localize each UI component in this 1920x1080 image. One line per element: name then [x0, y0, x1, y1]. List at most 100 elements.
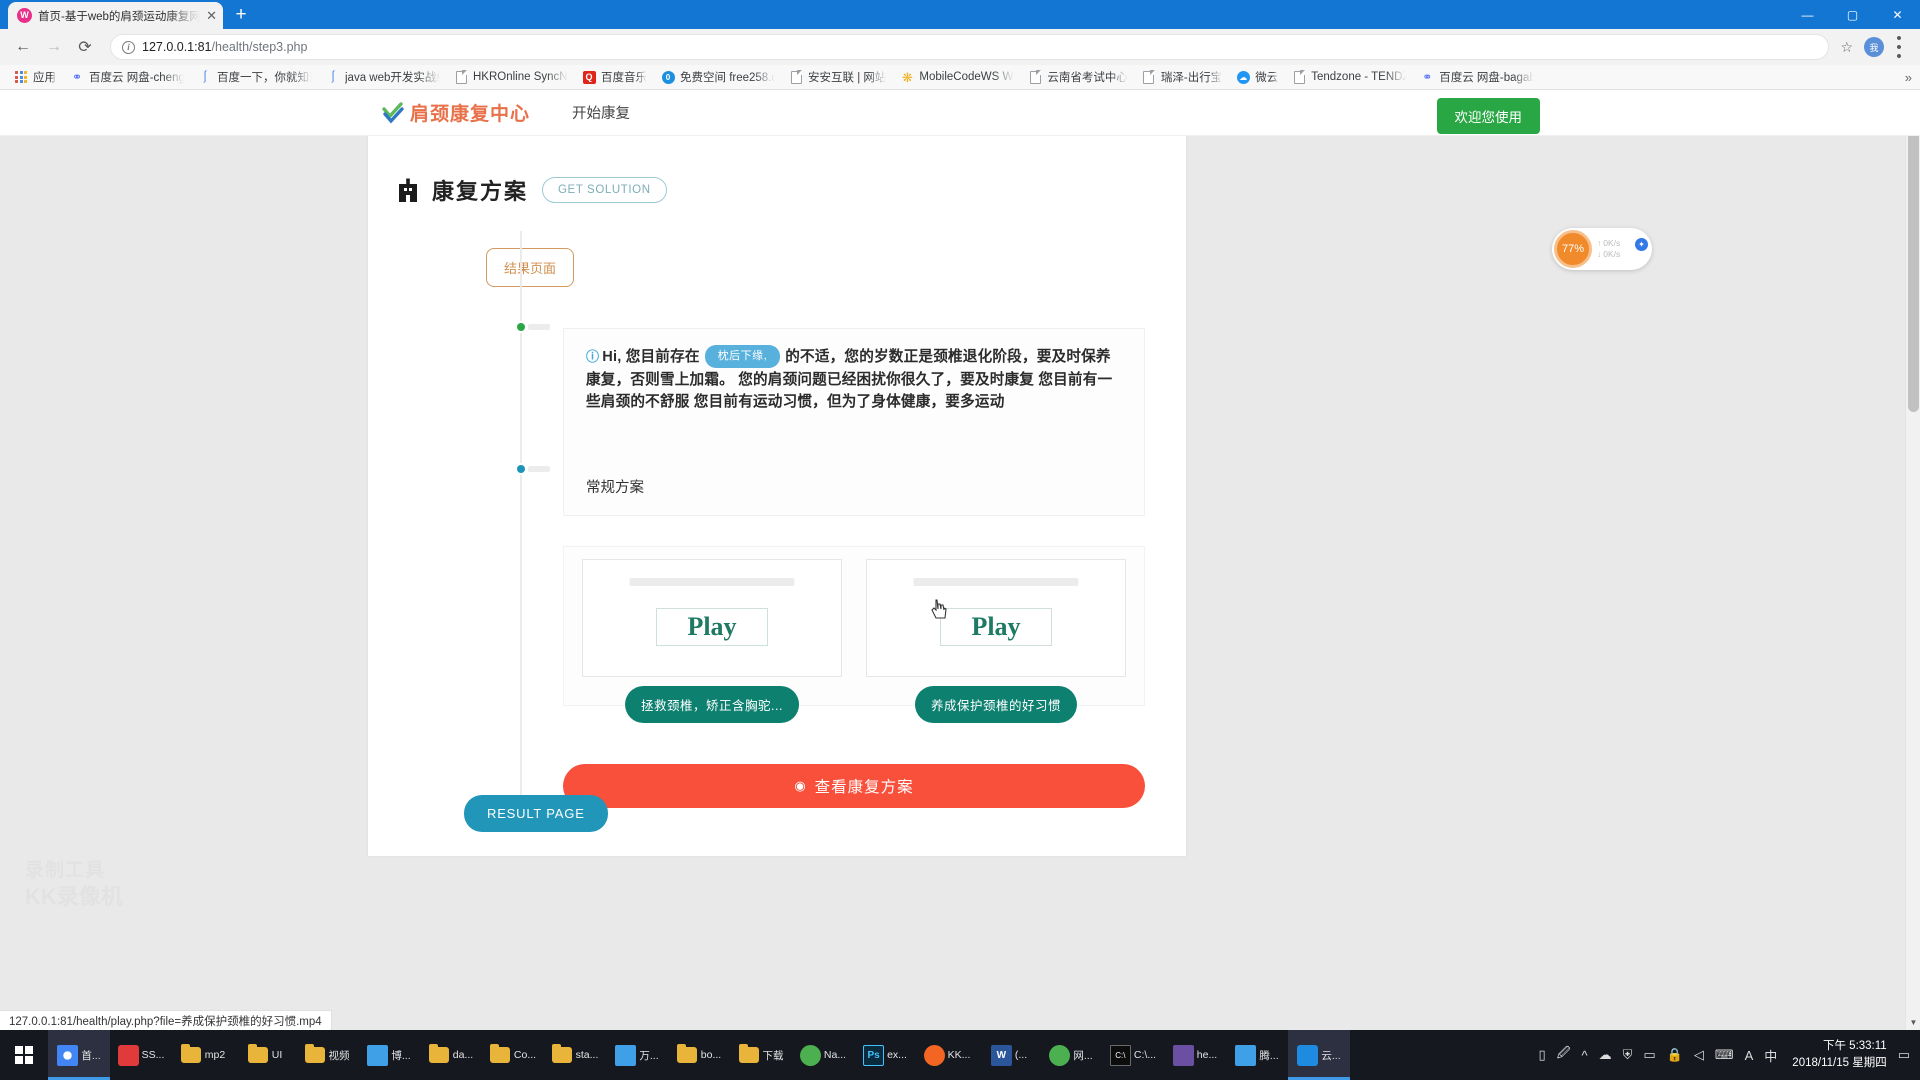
window-minimize-button[interactable]: —: [1785, 0, 1830, 29]
browser-tab[interactable]: W 首页-基于web的肩颈运动康复网 ✕: [8, 2, 223, 29]
play-button-1[interactable]: Play: [656, 607, 768, 646]
bookmark-item[interactable]: 瑞泽-出行宝: [1135, 67, 1229, 87]
taskbar-item[interactable]: C:\ C:\...: [1102, 1030, 1164, 1080]
content-column: ⓘ Hi, 您目前存在 枕后下缘, 的不适，您的岁数正是颈椎退化阶段，要及时保养康复，…: [563, 136, 1145, 808]
window-close-button[interactable]: ✕: [1875, 0, 1920, 29]
address-bar[interactable]: i 127.0.0.1:81/health/step3.php: [110, 34, 1830, 60]
video-card-1[interactable]: Play 拯救颈椎，矫正含胸驼...: [582, 553, 842, 723]
taskbar-item[interactable]: 下载: [730, 1030, 792, 1080]
bookmark-item[interactable]: 安安互联 | 网站: [782, 67, 893, 87]
view-plan-button[interactable]: ◉ 查看康复方案: [563, 763, 1145, 808]
taskbar-item[interactable]: 首...: [48, 1030, 110, 1080]
nav-start-rehab[interactable]: 开始康复: [572, 102, 630, 123]
battery-icon[interactable]: ▯: [1538, 1047, 1545, 1063]
taskbar-item[interactable]: KK...: [916, 1030, 978, 1080]
taskbar-item[interactable]: 博...: [358, 1030, 420, 1080]
window-maximize-button[interactable]: ▢: [1830, 0, 1875, 29]
ime-icon[interactable]: 中: [1764, 1046, 1777, 1065]
baiduyun-icon: ⚭: [1422, 70, 1433, 84]
widget-badge-icon[interactable]: ✦: [1635, 238, 1648, 251]
taskbar-item[interactable]: mp2: [172, 1030, 234, 1080]
site-brand[interactable]: 肩颈康复中心: [380, 99, 530, 126]
bookmark-star-icon[interactable]: ☆: [1840, 39, 1853, 56]
taskbar-item[interactable]: 万...: [606, 1030, 668, 1080]
taskbar-item[interactable]: bo...: [668, 1030, 730, 1080]
windows-logo-icon: [15, 1046, 33, 1064]
video-progress-bar-1: [629, 577, 795, 586]
shield-icon[interactable]: ⛨: [1623, 1047, 1633, 1063]
cloud-sync-icon[interactable]: ☁: [1599, 1047, 1612, 1063]
bookmark-apps[interactable]: 应用: [7, 67, 63, 87]
video-progress-bar-2: [913, 577, 1079, 586]
network-speed-widget[interactable]: 77% ↑ 0K/s ↓ 0K/s ✦: [1552, 228, 1652, 270]
building-icon: [398, 178, 418, 203]
taskbar-item[interactable]: 视频: [296, 1030, 358, 1080]
bookmark-item[interactable]: Tendzone - TENDZ: [1285, 68, 1413, 86]
pen-icon[interactable]: 🖉: [1557, 1044, 1571, 1066]
screen-icon[interactable]: ▭: [1643, 1047, 1655, 1063]
lock-icon[interactable]: 🔒: [1667, 1047, 1683, 1063]
weiyun-icon: ☁: [1236, 70, 1250, 84]
bookmark-label: 百度云 网盘-bagaba: [1439, 72, 1535, 84]
info-person-icon: ⓘ: [586, 349, 600, 364]
taskbar-item[interactable]: 网...: [1040, 1030, 1102, 1080]
chevron-up-icon[interactable]: ^: [1581, 1048, 1587, 1063]
bookmark-item[interactable]: ⚭ 百度云 网盘-chengs: [63, 67, 191, 87]
bookmark-item[interactable]: ⎰ java web开发实战经: [319, 67, 447, 87]
taskbar-item-label: 下载: [762, 1049, 784, 1062]
taskbar-item[interactable]: Co...: [482, 1030, 544, 1080]
scrollbar-thumb[interactable]: [1908, 112, 1919, 412]
kk-recorder-icon: [923, 1044, 945, 1066]
tab-close-icon[interactable]: ✕: [206, 9, 217, 22]
bookmark-item[interactable]: ⎰ 百度一下，你就知道: [191, 67, 319, 87]
welcome-button[interactable]: 欢迎您使用: [1436, 98, 1540, 134]
taskbar-item[interactable]: SS...: [110, 1030, 172, 1080]
video-player-2[interactable]: Play: [866, 558, 1126, 677]
ime-A-icon[interactable]: A: [1745, 1048, 1754, 1063]
bookmark-item[interactable]: ⚭ 百度云 网盘-bagaba: [1413, 67, 1541, 87]
folder-icon: [181, 1044, 202, 1066]
reload-button[interactable]: ⟳: [71, 33, 99, 61]
bookmark-item[interactable]: Q 百度音乐: [575, 67, 654, 87]
video-player-1[interactable]: Play: [582, 558, 842, 677]
network-icon[interactable]: ⌨: [1715, 1047, 1734, 1063]
bookmark-item[interactable]: 云南省考试中心: [1021, 67, 1135, 87]
start-button[interactable]: [0, 1030, 48, 1080]
taskbar-item[interactable]: sta...: [544, 1030, 606, 1080]
taskbar-item[interactable]: Na...: [792, 1030, 854, 1080]
new-tab-button[interactable]: +: [227, 2, 255, 28]
taskbar-item[interactable]: da...: [420, 1030, 482, 1080]
scroll-down-arrow-icon[interactable]: ▼: [1906, 1015, 1920, 1030]
symptom-tag: 枕后下缘,: [704, 345, 781, 369]
notification-center-icon[interactable]: ▭: [1898, 1047, 1910, 1063]
play-button-2[interactable]: Play: [940, 607, 1052, 646]
taskbar-clock[interactable]: 下午 5:33:11 2018/11/15 星期四: [1792, 1038, 1886, 1073]
bookmark-label: 瑞泽-出行宝: [1160, 72, 1223, 84]
taskbar-item[interactable]: W (...: [978, 1030, 1040, 1080]
taskbar-item[interactable]: 腾...: [1226, 1030, 1288, 1080]
taskbar-item[interactable]: UI: [234, 1030, 296, 1080]
step-pill-result-page[interactable]: 结果页面: [486, 248, 575, 287]
bookmark-item[interactable]: HKROnline SyncNa: [447, 68, 575, 86]
site-info-icon[interactable]: i: [122, 40, 135, 54]
taskbar-item[interactable]: he...: [1164, 1030, 1226, 1080]
bookmark-item[interactable]: ☁ 微云: [1229, 67, 1285, 87]
video-title-2[interactable]: 养成保护颈椎的好习惯: [914, 685, 1078, 723]
bookmark-item[interactable]: ❋ MobileCodeWS We: [893, 68, 1021, 86]
page-scrollbar[interactable]: ▲ ▼: [1905, 90, 1920, 1030]
back-button[interactable]: ←: [9, 33, 37, 61]
taskbar-item[interactable]: 云...: [1288, 1030, 1350, 1080]
volume-icon[interactable]: ◁: [1694, 1047, 1704, 1063]
video-title-1[interactable]: 拯救颈椎，矫正含胸驼...: [625, 685, 799, 723]
address-bar-url: 127.0.0.1:81/health/step3.php: [142, 40, 308, 54]
system-tray: ▯ 🖉 ^ ☁ ⛨ ▭ 🔒 ◁ ⌨ A 中 下午 5:33:11 2018/11/15 星期四 ▭: [1538, 1030, 1920, 1080]
browser-menu-icon[interactable]: • • •: [1887, 31, 1911, 64]
bookmarks-overflow-icon[interactable]: »: [1905, 70, 1912, 85]
video-card-2[interactable]: Play 养成保护颈椎的好习惯: [866, 553, 1126, 723]
profile-avatar[interactable]: 我: [1864, 37, 1884, 57]
shield-icon: [117, 1044, 139, 1066]
result-page-pill[interactable]: RESULT PAGE: [464, 795, 608, 832]
taskbar-item[interactable]: Ps ex...: [854, 1030, 916, 1080]
bookmark-item[interactable]: 0 免费空间 free258.co: [654, 67, 782, 87]
download-value: 0K/s: [1603, 249, 1621, 259]
